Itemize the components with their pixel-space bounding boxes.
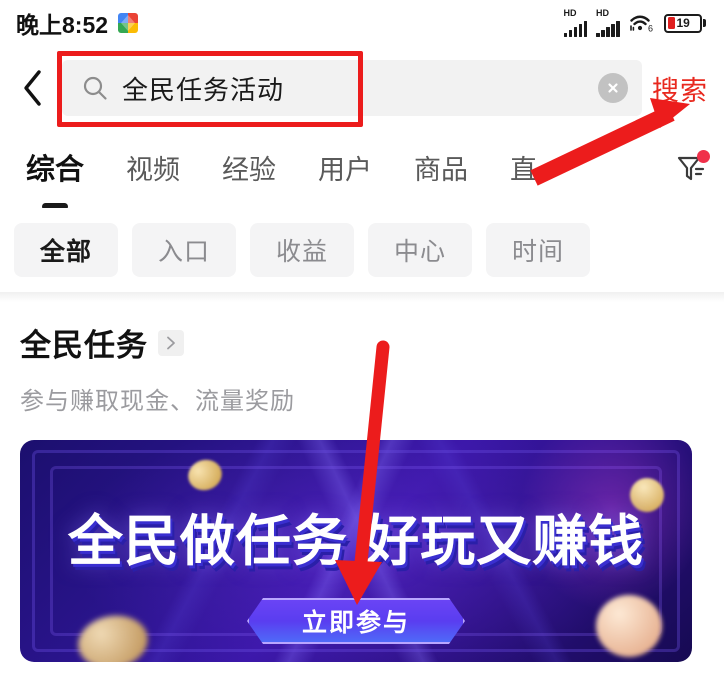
wifi-6-icon: 6 — [629, 13, 655, 33]
result-title-row: 全民任务 — [20, 320, 704, 365]
search-icon — [82, 75, 108, 101]
battery-level-text: 19 — [676, 16, 690, 30]
hd-label-2: HD — [596, 7, 609, 18]
signal-bars-1 — [563, 20, 587, 37]
tab-jingyan[interactable]: 经验 — [222, 148, 276, 191]
back-button[interactable] — [10, 65, 56, 111]
chip-zhongxin[interactable]: 中心 — [368, 223, 472, 277]
chip-quanbu[interactable]: 全部 — [14, 223, 118, 277]
signal-icon-2: HD — [596, 7, 620, 37]
chip-shijian[interactable]: 时间 — [486, 223, 590, 277]
chip-shouyi[interactable]: 收益 — [250, 223, 354, 277]
filter-chip-bar: 全部 入口 收益 中心 时间 — [0, 208, 724, 292]
signal-icon-1: HD — [563, 7, 587, 37]
battery-fill — [667, 17, 675, 29]
status-bar-left: 晚上8:52 — [16, 6, 139, 40]
tab-zonghe[interactable]: 综合 — [26, 146, 85, 208]
colorful-app-icon — [118, 13, 139, 33]
tab-bar: 综合 视频 经验 用户 商品 直 — [0, 130, 724, 208]
search-header: 全民任务活动 搜索 — [0, 46, 724, 130]
section-divider — [0, 292, 724, 302]
chip-rukou[interactable]: 入口 — [132, 223, 236, 277]
chevron-right-icon[interactable] — [158, 329, 184, 356]
status-time: 晚上8:52 — [16, 12, 109, 38]
search-input-value: 全民任务活动 — [122, 74, 285, 105]
join-now-button[interactable]: 立即参与 — [247, 598, 465, 644]
chevron-left-icon — [24, 70, 41, 106]
signal-bars-2 — [596, 20, 620, 37]
hd-label-1: HD — [563, 7, 577, 18]
result-title: 全民任务 — [20, 328, 148, 363]
search-input[interactable]: 全民任务活动 — [62, 60, 642, 116]
tab-shangpin[interactable]: 商品 — [414, 148, 468, 191]
tab-shipin[interactable]: 视频 — [126, 148, 180, 191]
filter-badge-dot — [697, 150, 710, 163]
search-submit-button[interactable]: 搜索 — [652, 69, 710, 108]
svg-text:6: 6 — [648, 24, 653, 34]
battery-body: 19 — [663, 13, 702, 33]
status-bar: 晚上8:52 HD HD 6 19 — [0, 0, 724, 46]
tab-active-indicator — [42, 203, 68, 208]
tab-zonghe-label: 综合 — [26, 154, 85, 186]
result-subtitle: 参与赚取现金、流量奖励 — [20, 388, 295, 415]
clear-search-button[interactable] — [598, 73, 628, 103]
search-result-card[interactable]: 全民任务 参与赚取现金、流量奖励 — [0, 302, 724, 416]
filter-button[interactable] — [664, 142, 718, 196]
battery-tip — [703, 19, 706, 27]
status-bar-right: HD HD 6 19 — [563, 7, 706, 37]
tab-zhibo[interactable]: 直 — [510, 148, 537, 191]
close-icon — [608, 83, 618, 93]
promo-banner[interactable]: 全民做任务 好玩又赚钱 立即参与 — [20, 440, 692, 662]
tab-yonghu[interactable]: 用户 — [318, 148, 372, 191]
battery-icon: 19 — [663, 13, 706, 33]
coin-decoration — [596, 595, 662, 657]
banner-headline: 全民做任务 好玩又赚钱 — [67, 510, 645, 572]
